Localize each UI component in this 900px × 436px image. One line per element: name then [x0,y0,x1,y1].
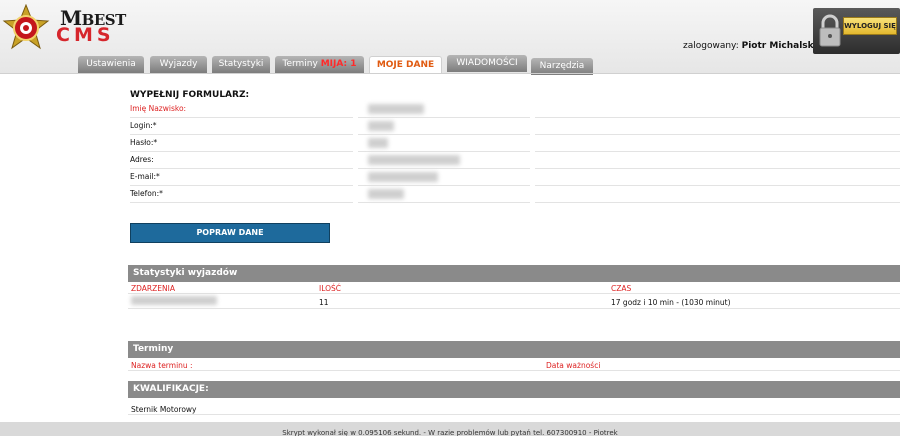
fire-service-emblem-icon [2,4,50,50]
time-cell: 17 godz i 10 min - (1030 minut) [611,298,731,307]
column-header: Nazwa terminu : [131,361,193,370]
save-data-button[interactable]: POPRAW DANE [130,223,330,243]
expiring-badge: MIJA: 1 [320,59,357,69]
logout-panel: WYLOGUJ SIĘ [813,8,900,54]
tab-terminy[interactable]: Terminy MIJA: 1 [275,56,364,73]
tab-ustawienia[interactable]: Ustawienia [78,56,144,73]
column-header: CZAS [611,284,632,293]
qualification-item: Sternik Motorowy [131,405,197,414]
username: Piotr Michalski [741,41,817,51]
tabbar-divider [0,73,900,74]
form-row-phone: Telefon:* [130,186,900,203]
page: MBEST CMS zalogowany: Piotr Michalski WY… [0,0,900,436]
column-header: ZDARZENIA [131,284,175,293]
terms-section-title: Terminy [128,341,900,358]
column-header: ILOŚĆ [319,284,342,293]
phone-input[interactable] [368,189,404,199]
form-row-login: Login:* [130,118,900,135]
form-row-address: Adres: [130,152,900,169]
padlock-icon [819,14,841,47]
tab-wyjazdy[interactable]: Wyjazdy [150,56,207,73]
tab-wiadomosci[interactable]: WIADOMOŚCI [447,55,527,72]
footer: Skrypt wykonał się w 0.095106 sekund. - … [0,422,900,436]
tab-statystyki[interactable]: Statystyki [212,56,270,73]
form-row-email: E-mail:* [130,169,900,186]
logged-in-user: zalogowany: Piotr Michalski [683,41,817,51]
column-header: Data ważności [546,361,601,370]
field-label: Hasło:* [130,138,158,147]
qualifications-section-title: KWALIFIKACJE: [128,381,900,398]
password-input[interactable] [368,138,388,148]
address-input[interactable] [368,155,460,165]
event-name-cell [131,296,217,305]
name-input[interactable] [368,104,424,114]
count-cell: 11 [319,298,329,307]
email-input[interactable] [368,172,438,182]
login-input[interactable] [368,121,394,131]
field-label: Telefon:* [130,189,163,198]
field-label: E-mail:* [130,172,160,181]
field-label: Login:* [130,121,157,130]
tab-moje-dane[interactable]: MOJE DANE [369,56,442,74]
form-title: WYPEŁNIJ FORMULARZ: [130,90,250,100]
form-row-password: Hasło:* [130,135,900,152]
form-row-name: Imię Nazwisko: [130,101,900,118]
mbest-cms-logo[interactable]: MBEST CMS [54,6,128,46]
field-label: Imię Nazwisko: [130,104,187,113]
field-label: Adres: [130,155,154,164]
logout-button[interactable]: WYLOGUJ SIĘ [843,17,897,35]
stats-section-title: Statystyki wyjazdów [128,265,900,282]
